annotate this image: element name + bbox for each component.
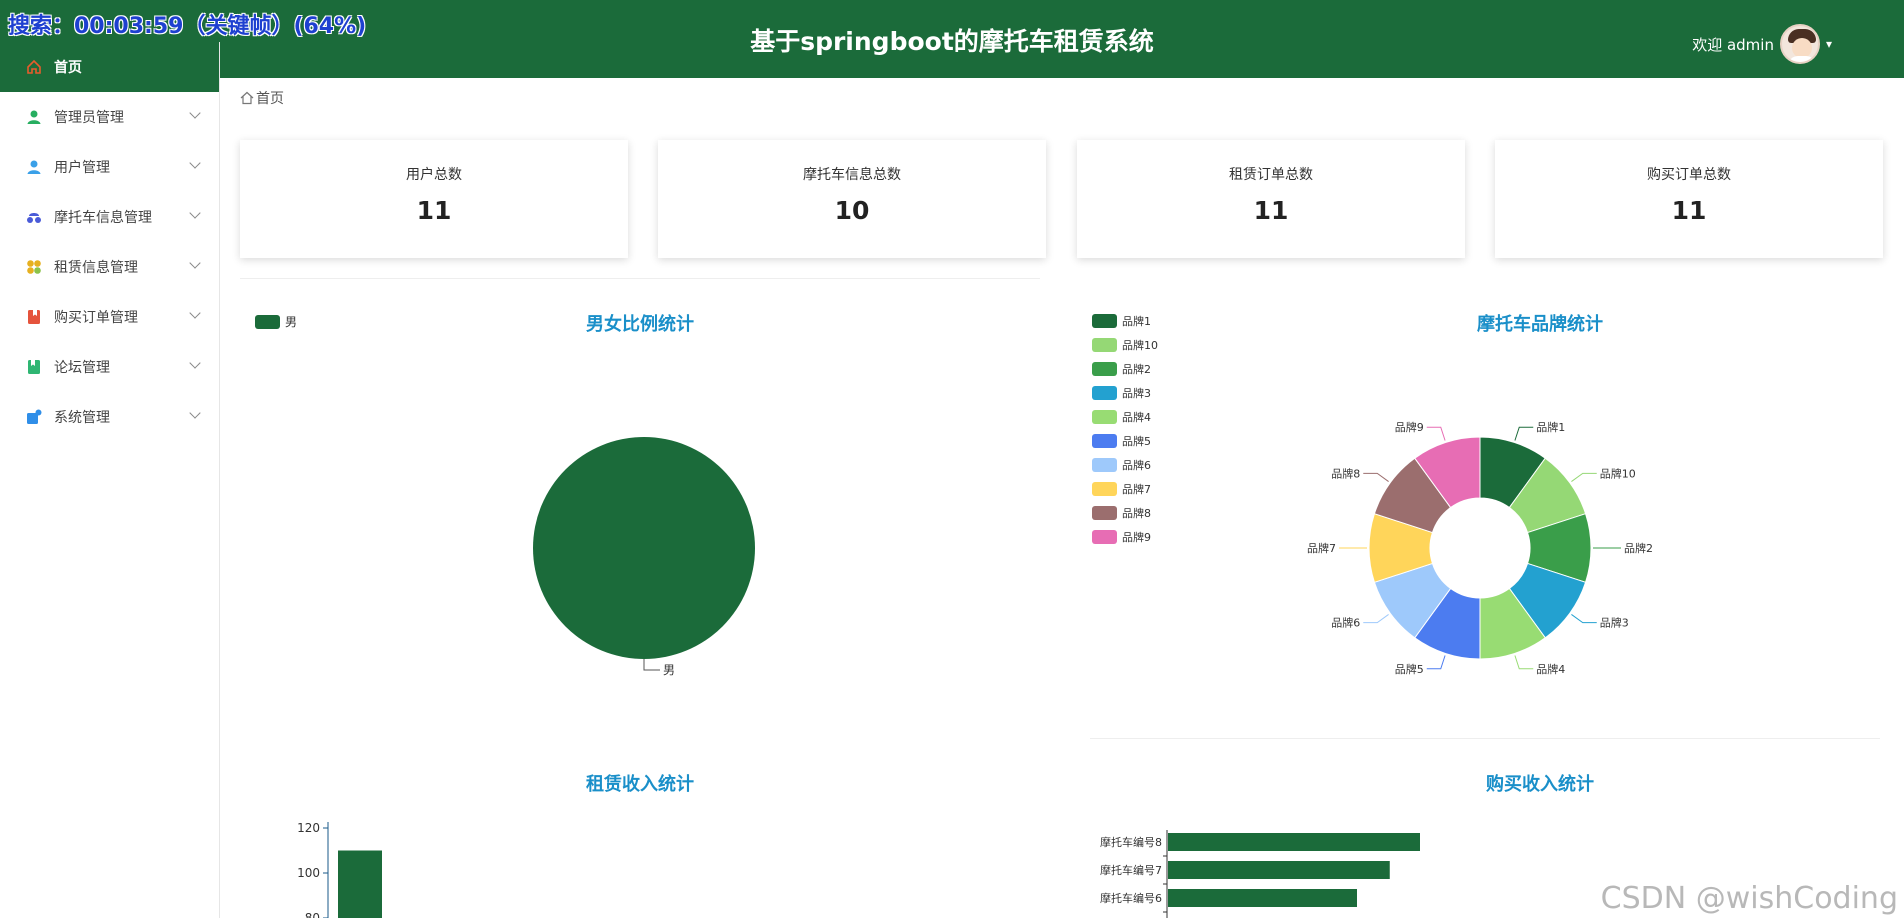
- sidebar-item-5[interactable]: 购买订单管理: [0, 292, 219, 342]
- sidebar-item-label: 购买订单管理: [54, 310, 138, 326]
- stat-value: 11: [1671, 196, 1707, 225]
- slice-label-line: [1514, 655, 1534, 670]
- gender-pie-chart: 男: [533, 437, 755, 677]
- y-tick-label: 80: [305, 911, 320, 918]
- pie-slice-male[interactable]: [533, 437, 755, 659]
- slice-label: 品牌4: [1536, 662, 1565, 676]
- stat-value: 11: [1253, 196, 1289, 225]
- slice-label-line: [643, 659, 660, 671]
- divider: [1090, 738, 1880, 739]
- user-icon: [26, 159, 42, 175]
- slice-label-line: [1514, 426, 1534, 441]
- bar[interactable]: [338, 850, 382, 918]
- sidebar-item-3[interactable]: 摩托车信息管理: [0, 192, 219, 242]
- lease-bar-chart: 120 100 80: [297, 821, 382, 918]
- slice-label: 品牌6: [1331, 616, 1360, 630]
- divider: [240, 278, 1040, 279]
- brand-chart-panel: 摩托车品牌统计 品牌1 品牌10 品牌2 品牌3 品牌4 品牌5 品牌6 品牌7 品牌8 品牌9 …: [1080, 290, 1880, 710]
- slice-label: 品牌3: [1600, 616, 1629, 630]
- slice-label: 品牌2: [1624, 541, 1653, 555]
- brand-donut-chart: 品牌1 品牌10 品牌2 品牌3 品牌4 品牌5 品牌6 品牌7 品牌8 品牌9: [1307, 420, 1653, 676]
- slice-label-line: [1363, 614, 1389, 624]
- stat-label: 用户总数: [406, 167, 462, 183]
- slice-label: 品牌10: [1600, 466, 1636, 480]
- watermark: CSDN @wishCoding: [1600, 881, 1898, 916]
- sidebar-item-label: 管理员管理: [54, 110, 124, 126]
- avatar[interactable]: [1779, 24, 1820, 64]
- y-tick-label: 100: [297, 866, 320, 880]
- chevron-down-icon[interactable]: [189, 257, 201, 269]
- sidebar-item-1[interactable]: 管理员管理: [0, 92, 219, 142]
- home-outline-icon: [240, 91, 254, 105]
- app-root: 基于springboot的摩托车租赁系统 欢迎 admin ▾ 搜索：00:03…: [0, 0, 1904, 918]
- sidebar-item-label: 租赁信息管理: [54, 260, 138, 276]
- gender-chart-panel: 男女比例统计 男 男: [240, 290, 1040, 710]
- slice-label-line: [1363, 472, 1389, 482]
- home-icon: [26, 59, 42, 75]
- forum-icon: [26, 359, 42, 375]
- stat-card-users: 用户总数 11: [240, 140, 628, 258]
- breadcrumb[interactable]: 首页: [240, 88, 284, 108]
- video-search-overlay: 搜索：00:03:59（关键帧）(64%): [8, 14, 367, 39]
- slice-label-male: 男: [663, 663, 675, 677]
- slice-label: 品牌7: [1307, 541, 1336, 555]
- bar[interactable]: [1168, 833, 1420, 851]
- y-tick-label: 摩托车编号7: [1100, 863, 1162, 877]
- order-icon: [26, 309, 42, 325]
- stat-card-lease-orders: 租赁订单总数 11: [1077, 140, 1465, 258]
- stat-card-motorcycles: 摩托车信息总数 10: [658, 140, 1046, 258]
- bar[interactable]: [1168, 861, 1390, 879]
- chevron-down-icon[interactable]: ▾: [1826, 37, 1832, 51]
- y-tick-label: 摩托车编号6: [1100, 891, 1162, 905]
- sidebar-item-label: 系统管理: [54, 410, 110, 426]
- sidebar-menu: 首页管理员管理用户管理摩托车信息管理 租赁信息管理 购买订单管理 论坛管理系统管理: [0, 42, 219, 442]
- lease-icon: [26, 259, 42, 275]
- sidebar-item-label: 用户管理: [54, 160, 110, 176]
- system-icon: [26, 409, 42, 425]
- slice-label-line: [1426, 655, 1446, 670]
- slice-label: 品牌5: [1395, 662, 1424, 676]
- welcome-text: 欢迎 admin: [1692, 35, 1774, 54]
- sidebar-item-7[interactable]: 系统管理: [0, 392, 219, 442]
- chevron-down-icon[interactable]: [189, 107, 201, 119]
- slice-label: 品牌8: [1331, 466, 1360, 480]
- slice-label: 品牌1: [1536, 420, 1565, 434]
- admin-user-icon: [26, 109, 42, 125]
- stat-card-purchase-orders: 购买订单总数 11: [1495, 140, 1883, 258]
- stat-value: 10: [834, 196, 870, 225]
- motorcycle-icon: [26, 209, 42, 225]
- chevron-down-icon[interactable]: [189, 307, 201, 319]
- slice-label: 品牌9: [1395, 420, 1424, 434]
- sidebar-item-label: 首页: [54, 60, 82, 76]
- breadcrumb-home[interactable]: 首页: [256, 88, 284, 108]
- slice-label-line: [1571, 614, 1597, 624]
- sidebar-item-4[interactable]: 租赁信息管理: [0, 242, 219, 292]
- y-tick-label: 摩托车编号8: [1100, 835, 1162, 849]
- stat-value: 11: [416, 196, 452, 225]
- chevron-down-icon[interactable]: [189, 157, 201, 169]
- bar[interactable]: [1168, 889, 1357, 907]
- stat-label: 购买订单总数: [1647, 167, 1731, 183]
- chevron-down-icon[interactable]: [189, 207, 201, 219]
- sidebar: 首页管理员管理用户管理摩托车信息管理 租赁信息管理 购买订单管理 论坛管理系统管理: [0, 42, 220, 918]
- slice-label-line: [1426, 426, 1446, 441]
- sidebar-item-2[interactable]: 用户管理: [0, 142, 219, 192]
- chevron-down-icon[interactable]: [189, 357, 201, 369]
- slice-label-line: [1571, 472, 1597, 482]
- stat-label: 摩托车信息总数: [803, 167, 901, 183]
- stat-label: 租赁订单总数: [1229, 167, 1313, 183]
- chevron-down-icon[interactable]: [189, 407, 201, 419]
- y-tick-label: 120: [297, 821, 320, 835]
- sidebar-item-label: 摩托车信息管理: [54, 210, 152, 226]
- user-menu[interactable]: 欢迎 admin ▾: [1692, 24, 1832, 64]
- lease-chart-panel: 租赁收入统计 120 100 80: [240, 750, 1040, 918]
- sidebar-item-0[interactable]: 首页: [0, 42, 219, 92]
- sidebar-item-6[interactable]: 论坛管理: [0, 342, 219, 392]
- sidebar-item-label: 论坛管理: [54, 360, 110, 376]
